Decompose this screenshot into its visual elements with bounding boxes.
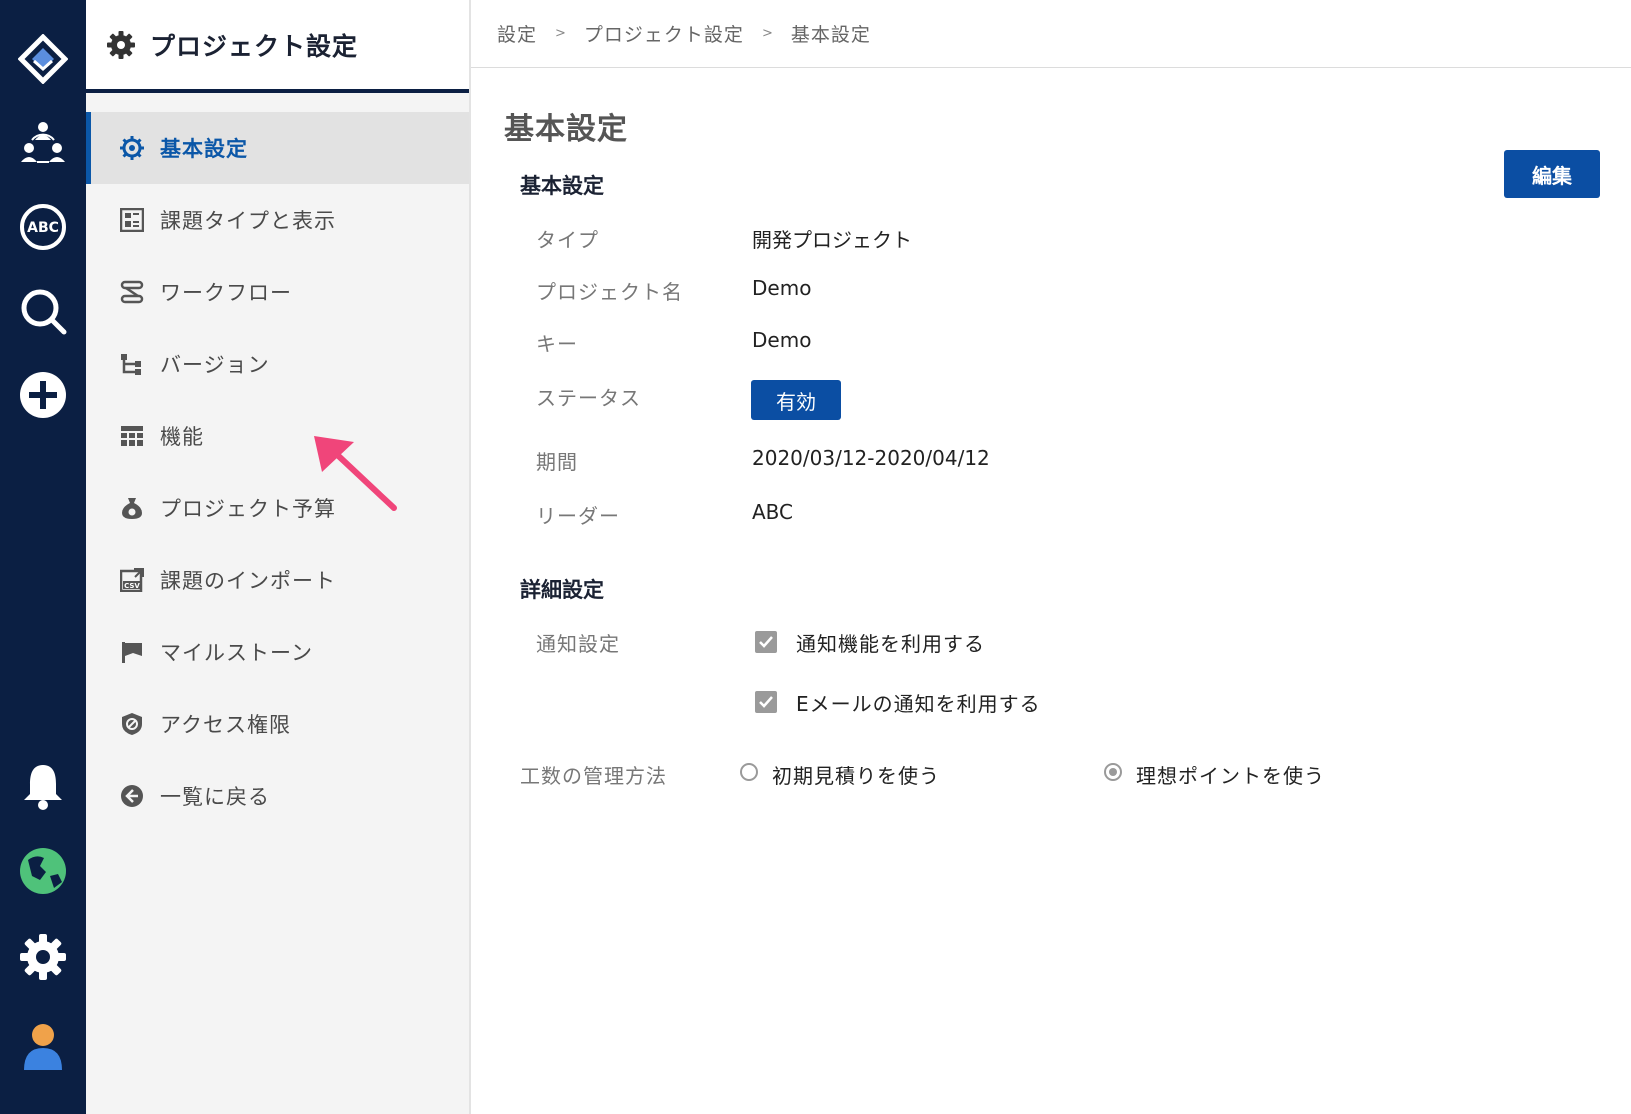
notify-checkbox[interactable]: [755, 631, 777, 653]
sidebar-item-label: 機能: [160, 425, 204, 449]
radio-initial-estimate-label[interactable]: 初期見積りを使う: [772, 760, 940, 789]
edit-button[interactable]: 編集: [1504, 150, 1600, 198]
sidebar-item-basic-settings[interactable]: 基本設定: [86, 112, 469, 184]
sidebar-item-features[interactable]: 機能: [86, 400, 469, 472]
field-label-key: キー: [536, 332, 578, 356]
sidebar-item-back-to-list[interactable]: 一覧に戻る: [86, 760, 469, 832]
sidebar-item-milestone[interactable]: マイルストーン: [86, 616, 469, 688]
sidebar-item-label: アクセス権限: [160, 713, 291, 737]
radio-ideal-points-label[interactable]: 理想ポイントを使う: [1136, 760, 1325, 789]
gear-badge-icon: [120, 136, 144, 160]
settings-sidebar: プロジェクト設定 基本設定 課題タイプと表示 ワークフロー バージョン 機能 プ…: [86, 0, 471, 1114]
csv-import-icon: CSV: [120, 568, 144, 592]
radio-ideal-points[interactable]: [1104, 763, 1122, 781]
add-icon[interactable]: [18, 370, 68, 420]
field-label-period: 期間: [536, 450, 578, 474]
field-value-leader: ABC: [752, 500, 794, 524]
logo-icon[interactable]: [18, 34, 68, 84]
checkmark-icon: [759, 696, 773, 708]
svg-text:CSV: CSV: [124, 582, 140, 590]
version-icon: [120, 352, 144, 376]
shield-icon: [120, 712, 144, 736]
checkmark-icon: [759, 636, 773, 648]
field-value-key: Demo: [752, 328, 812, 352]
back-arrow-icon: [120, 784, 144, 808]
breadcrumb-item-settings[interactable]: 設定: [497, 20, 537, 47]
team-icon[interactable]: [18, 118, 68, 168]
gear-icon: [106, 30, 136, 60]
sidebar-item-budget[interactable]: プロジェクト予算: [86, 472, 469, 544]
sidebar-item-label: ワークフロー: [160, 281, 292, 305]
sidebar-item-access[interactable]: アクセス権限: [86, 688, 469, 760]
detail-section-title: 詳細設定: [520, 578, 604, 602]
sidebar-item-label: バージョン: [160, 353, 270, 377]
sidebar-item-workflow[interactable]: ワークフロー: [86, 256, 469, 328]
field-label-effort: 工数の管理方法: [520, 764, 667, 788]
svg-text:ABC: ABC: [27, 220, 59, 236]
email-notify-checkbox-label[interactable]: Eメールの通知を利用する: [796, 688, 1041, 717]
abc-icon[interactable]: ABC: [18, 202, 68, 252]
status-badge: 有効: [751, 380, 841, 420]
features-icon: [120, 424, 144, 448]
breadcrumb: 設定 > プロジェクト設定 > 基本設定: [471, 0, 1631, 68]
field-label-project-name: プロジェクト名: [536, 280, 683, 304]
email-notify-checkbox[interactable]: [755, 691, 777, 713]
sidebar-item-version[interactable]: バージョン: [86, 328, 469, 400]
sidebar-item-issue-import[interactable]: CSV 課題のインポート: [86, 544, 469, 616]
issue-type-icon: [120, 208, 144, 232]
budget-icon: [120, 496, 144, 520]
globe-icon[interactable]: [18, 846, 68, 896]
workflow-icon: [120, 280, 144, 304]
sidebar-item-issue-types[interactable]: 課題タイプと表示: [86, 184, 469, 256]
breadcrumb-separator: >: [761, 26, 773, 41]
breadcrumb-item-project-settings[interactable]: プロジェクト設定: [584, 20, 744, 47]
sidebar-title: プロジェクト設定: [150, 31, 359, 61]
radio-initial-estimate[interactable]: [740, 763, 758, 781]
sidebar-item-label: 基本設定: [160, 137, 248, 161]
field-value-period: 2020/03/12-2020/04/12: [752, 446, 990, 470]
field-label-status: ステータス: [536, 386, 641, 410]
field-label-notify: 通知設定: [536, 632, 620, 656]
search-icon[interactable]: [18, 286, 68, 336]
field-label-type: タイプ: [536, 228, 599, 252]
user-avatar-icon[interactable]: [18, 1022, 68, 1072]
field-value-project-name: Demo: [752, 276, 812, 300]
annotation-arrow-icon: [314, 436, 397, 511]
field-label-leader: リーダー: [536, 504, 620, 528]
sidebar-item-label: 課題タイプと表示: [160, 209, 336, 233]
basic-section-title: 基本設定: [520, 174, 604, 198]
field-value-type: 開発プロジェクト: [752, 228, 912, 252]
sidebar-item-label: 課題のインポート: [160, 569, 336, 593]
breadcrumb-separator: >: [555, 26, 566, 41]
breadcrumb-item-basic-settings: 基本設定: [790, 24, 871, 46]
page-title: 基本設定: [504, 112, 628, 147]
sidebar-item-label: マイルストーン: [160, 641, 313, 665]
notify-checkbox-label[interactable]: 通知機能を利用する: [796, 628, 985, 657]
settings-nav: 基本設定 課題タイプと表示 ワークフロー バージョン 機能 プロジェクト予算 C…: [86, 112, 469, 832]
gear-icon[interactable]: [18, 932, 68, 982]
bell-icon[interactable]: [18, 760, 68, 810]
sidebar-item-label: プロジェクト予算: [160, 497, 336, 521]
flag-icon: [120, 640, 144, 664]
sidebar-header: プロジェクト設定: [86, 0, 469, 93]
app-rail: ABC: [0, 0, 86, 1114]
sidebar-item-label: 一覧に戻る: [160, 785, 270, 809]
